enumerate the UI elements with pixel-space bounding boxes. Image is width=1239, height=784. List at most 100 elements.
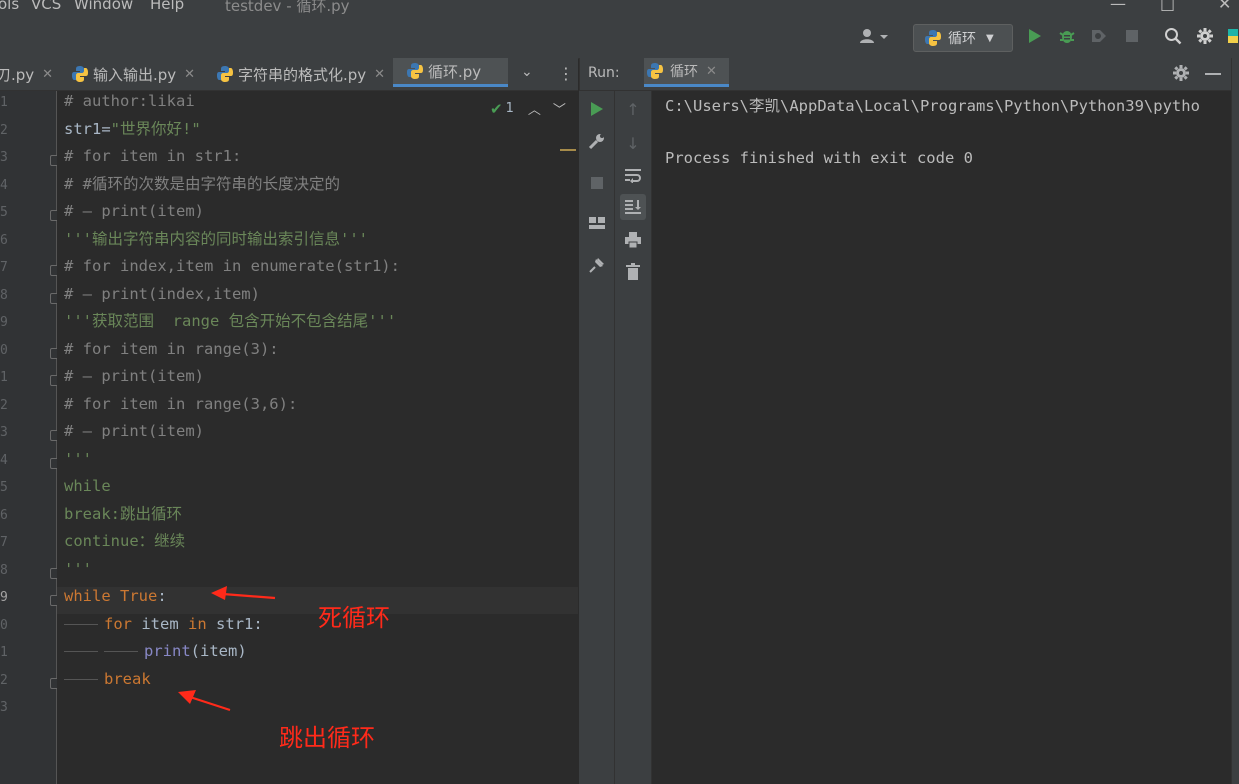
indent-guide [64, 623, 98, 625]
code-line: for item in str1: [104, 614, 263, 633]
tab-list-chevron-icon[interactable]: ⌄ [521, 64, 533, 80]
line-number: 0 [0, 617, 8, 633]
line-number: 9 [0, 590, 8, 605]
coverage-icon[interactable] [1089, 26, 1109, 46]
line-number: 1 [0, 645, 8, 660]
line-number: 0 [0, 342, 8, 358]
tab-label: 刃.py [0, 65, 35, 84]
stop-icon[interactable] [585, 171, 609, 195]
inspection-widget[interactable]: ✔ 1 ︿ ﹀ [490, 99, 566, 119]
menu-bar: ols VCS Window Help testdev - 循环.py — □ … [0, 0, 1239, 14]
code-line: # for item in range(3): [64, 339, 279, 358]
code-line: str1="世界你好!" [64, 119, 201, 138]
code-line: while [64, 477, 111, 495]
code-line: # for index,item in enumerate(str1): [64, 257, 400, 275]
tab-file-1[interactable]: 刃.py ✕ [0, 58, 53, 90]
menu-window[interactable]: Window [74, 0, 133, 13]
tab-file-active[interactable]: 循环.py [393, 58, 508, 87]
python-file-icon [216, 65, 234, 83]
code-line: # #循环的次数是由字符串的长度决定的 [64, 174, 340, 193]
hide-panel-icon[interactable] [1205, 73, 1221, 75]
rerun-icon[interactable] [585, 97, 609, 121]
arrow-down-icon[interactable]: ↓ [621, 131, 645, 155]
menu-vcs[interactable]: VCS [31, 0, 61, 13]
line-number: 6 [0, 232, 8, 248]
line-number: 9 [0, 315, 8, 330]
annotation-break-loop: 跳出循环 [279, 724, 375, 752]
minimize-button[interactable]: — [1110, 0, 1126, 13]
python-icon [924, 29, 942, 47]
tab-file-3[interactable]: 字符串的格式化.py ✕ [216, 58, 385, 90]
chevron-down-icon: ▼ [986, 32, 994, 44]
indent-guide [64, 678, 98, 680]
console-line: C:\Users\李凯\AppData\Local\Programs\Pytho… [665, 97, 1200, 115]
code-editor[interactable]: # author:likai str1="世界你好!" # for item in … [57, 91, 578, 784]
menu-tools[interactable]: ols [0, 0, 19, 13]
line-number: 3 [0, 700, 8, 715]
run-config-select[interactable]: 循环 ▼ [913, 24, 1013, 52]
editor-gutter: 1 2 3 4 5 6 7 8 9 0 1 2 3 4 5 6 7 8 9 0 1 2 3 [0, 91, 61, 784]
line-number: 2 [0, 397, 8, 413]
pin-icon[interactable] [585, 253, 609, 277]
arrow-annotation-icon [178, 690, 231, 712]
line-number: 8 [0, 562, 8, 578]
run-panel-header: Run: 循环 ✕ [579, 58, 1239, 91]
code-line: # — print(item) [64, 367, 204, 385]
main-toolbar: 循环 ▼ [0, 14, 1239, 59]
line-number: 8 [0, 287, 8, 303]
close-icon[interactable]: ✕ [42, 67, 53, 82]
wrench-icon[interactable] [585, 129, 609, 153]
run-config-label: 循环 [948, 31, 976, 47]
code-line: # — print(item) [64, 202, 204, 220]
close-icon[interactable]: ✕ [374, 67, 385, 82]
close-icon[interactable]: ✕ [706, 64, 717, 79]
code-line: '''输出字符串内容的同时输出索引信息''' [64, 229, 368, 248]
code-line: '''获取范围 range 包含开始不包含结尾''' [64, 312, 397, 330]
chevron-up-icon[interactable]: ︿ [528, 99, 541, 118]
scroll-to-end-icon[interactable] [620, 194, 646, 220]
menu-help[interactable]: Help [150, 0, 184, 13]
more-icon[interactable]: ⋮ [558, 64, 574, 83]
line-number: 1 [0, 95, 8, 110]
settings-icon[interactable] [1195, 26, 1215, 46]
run-tab[interactable]: 循环 ✕ [644, 58, 729, 87]
code-line: # for item in str1: [64, 147, 242, 165]
arrow-annotation-icon [211, 586, 276, 600]
trash-icon[interactable] [621, 260, 645, 284]
code-line: # — print(index,item) [64, 284, 260, 303]
run-toolbar-secondary: ↑ ↓ [615, 91, 652, 784]
run-console[interactable]: C:\Users\李凯\AppData\Local\Programs\Pytho… [652, 91, 1231, 784]
run-icon[interactable] [1025, 26, 1045, 46]
line-number: 3 [0, 425, 8, 440]
run-label: Run: [588, 65, 620, 81]
close-window-button[interactable]: ✕ [1218, 0, 1231, 13]
tab-label: 输入输出.py [93, 65, 177, 84]
code-line: break:跳出循环 [64, 504, 182, 523]
tab-file-2[interactable]: 输入输出.py ✕ [71, 58, 195, 90]
warning-stripe-marker[interactable] [560, 149, 576, 151]
search-icon[interactable] [1163, 26, 1183, 46]
editor-tab-bar: 刃.py ✕ 输入输出.py ✕ 字符串的格式化.py ✕ 循环.py ⌄ ⋮ [0, 58, 578, 91]
line-number: 7 [0, 535, 8, 550]
line-number: 1 [0, 370, 8, 385]
plugin-icon[interactable] [1226, 26, 1239, 46]
stop-icon[interactable] [1122, 26, 1142, 46]
window-title: testdev - 循环.py [225, 0, 350, 14]
tab-label: 循环.py [428, 62, 482, 81]
soft-wrap-icon[interactable] [621, 163, 645, 187]
settings-icon[interactable] [1172, 64, 1190, 86]
layout-icon[interactable] [585, 211, 609, 235]
code-line: ''' [64, 559, 92, 578]
arrow-up-icon[interactable]: ↑ [621, 97, 645, 121]
user-icon[interactable] [858, 26, 890, 46]
debug-icon[interactable] [1057, 26, 1077, 46]
line-number: 3 [0, 150, 8, 165]
line-number: 5 [0, 480, 8, 495]
print-icon[interactable] [621, 228, 645, 252]
run-toolbar-primary [579, 91, 615, 784]
close-icon[interactable]: ✕ [184, 67, 195, 82]
code-line: # — print(item) [64, 422, 204, 440]
maximize-button[interactable]: □ [1160, 0, 1175, 13]
chevron-down-icon[interactable]: ﹀ [553, 99, 566, 118]
code-line: continue：继续 [64, 532, 186, 550]
